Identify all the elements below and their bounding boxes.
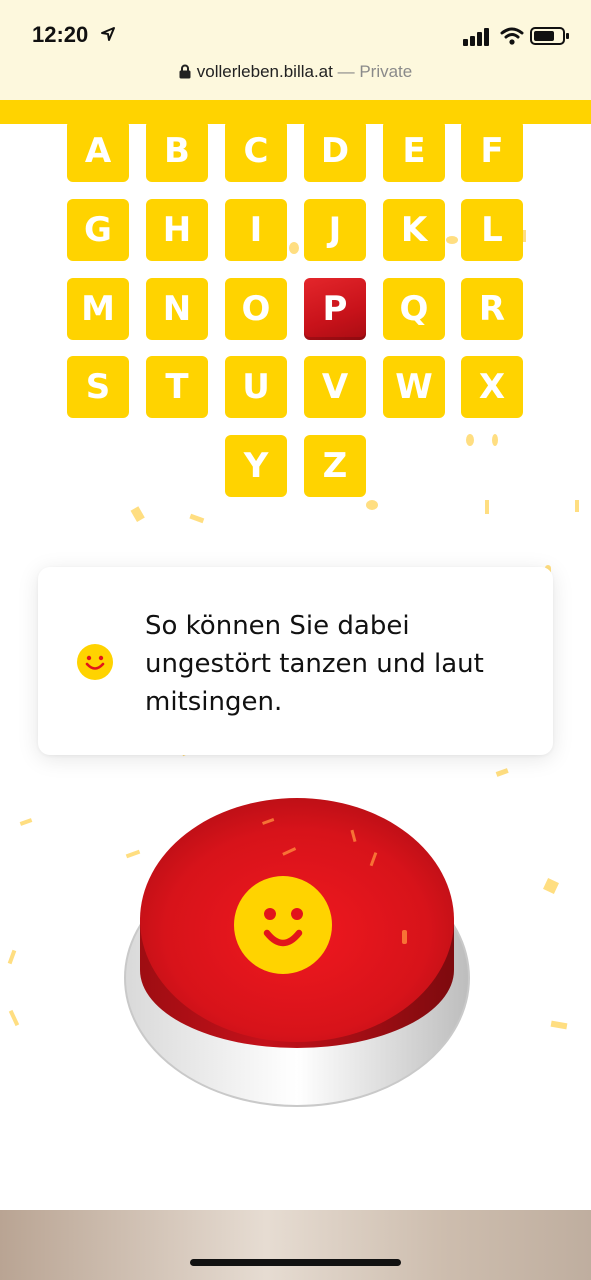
private-mode-label: Private <box>359 62 413 81</box>
url-separator: — <box>332 62 360 81</box>
letter-tile-v[interactable]: V <box>304 356 366 418</box>
browser-chrome: 12:20 vollerleben.billa.at — Private <box>0 0 591 100</box>
lock-icon <box>179 64 191 79</box>
letter-tile-r[interactable]: R <box>461 278 523 340</box>
bottom-image-strip <box>0 1210 591 1280</box>
letter-tile-y[interactable]: Y <box>225 435 287 497</box>
message-text: So können Sie dabei ungestört tanzen und… <box>145 611 484 717</box>
letter-tile-g[interactable]: G <box>67 199 129 261</box>
battery-icon <box>530 27 569 45</box>
big-red-smiley-button[interactable] <box>122 790 472 1110</box>
message-card: So können Sie dabei ungestört tanzen und… <box>38 567 553 755</box>
letter-tile-w[interactable]: W <box>383 356 445 418</box>
letter-tile-a[interactable]: A <box>67 120 129 182</box>
letter-tile-s[interactable]: S <box>67 356 129 418</box>
status-time: 12:20 <box>32 22 89 47</box>
letter-tile-i[interactable]: I <box>225 199 287 261</box>
letter-tile-l[interactable]: L <box>461 199 523 261</box>
letter-tile-o[interactable]: O <box>225 278 287 340</box>
letter-tile-q[interactable]: Q <box>383 278 445 340</box>
url-text: vollerleben.billa.at <box>196 62 333 81</box>
letter-tile-t[interactable]: T <box>146 356 208 418</box>
letter-tile-x[interactable]: X <box>461 356 523 418</box>
letter-tile-n[interactable]: N <box>146 278 208 340</box>
cellular-signal-icon <box>463 28 489 46</box>
letter-tile-b[interactable]: B <box>146 120 208 182</box>
smiley-icon <box>77 644 113 680</box>
letter-tile-e[interactable]: E <box>383 120 445 182</box>
location-arrow-icon <box>101 27 115 41</box>
letter-tile-h[interactable]: H <box>146 199 208 261</box>
home-indicator[interactable] <box>190 1259 401 1266</box>
address-bar[interactable]: vollerleben.billa.at — Private <box>0 62 591 82</box>
wifi-icon <box>500 27 524 45</box>
letter-tile-p[interactable]: P <box>304 278 366 340</box>
letter-tile-z[interactable]: Z <box>304 435 366 497</box>
letter-tile-m[interactable]: M <box>67 278 129 340</box>
letter-tile-k[interactable]: K <box>383 199 445 261</box>
letter-tile-f[interactable]: F <box>461 120 523 182</box>
letter-tile-j[interactable]: J <box>304 199 366 261</box>
letter-tile-u[interactable]: U <box>225 356 287 418</box>
letter-tile-d[interactable]: D <box>304 120 366 182</box>
letter-tile-c[interactable]: C <box>225 120 287 182</box>
